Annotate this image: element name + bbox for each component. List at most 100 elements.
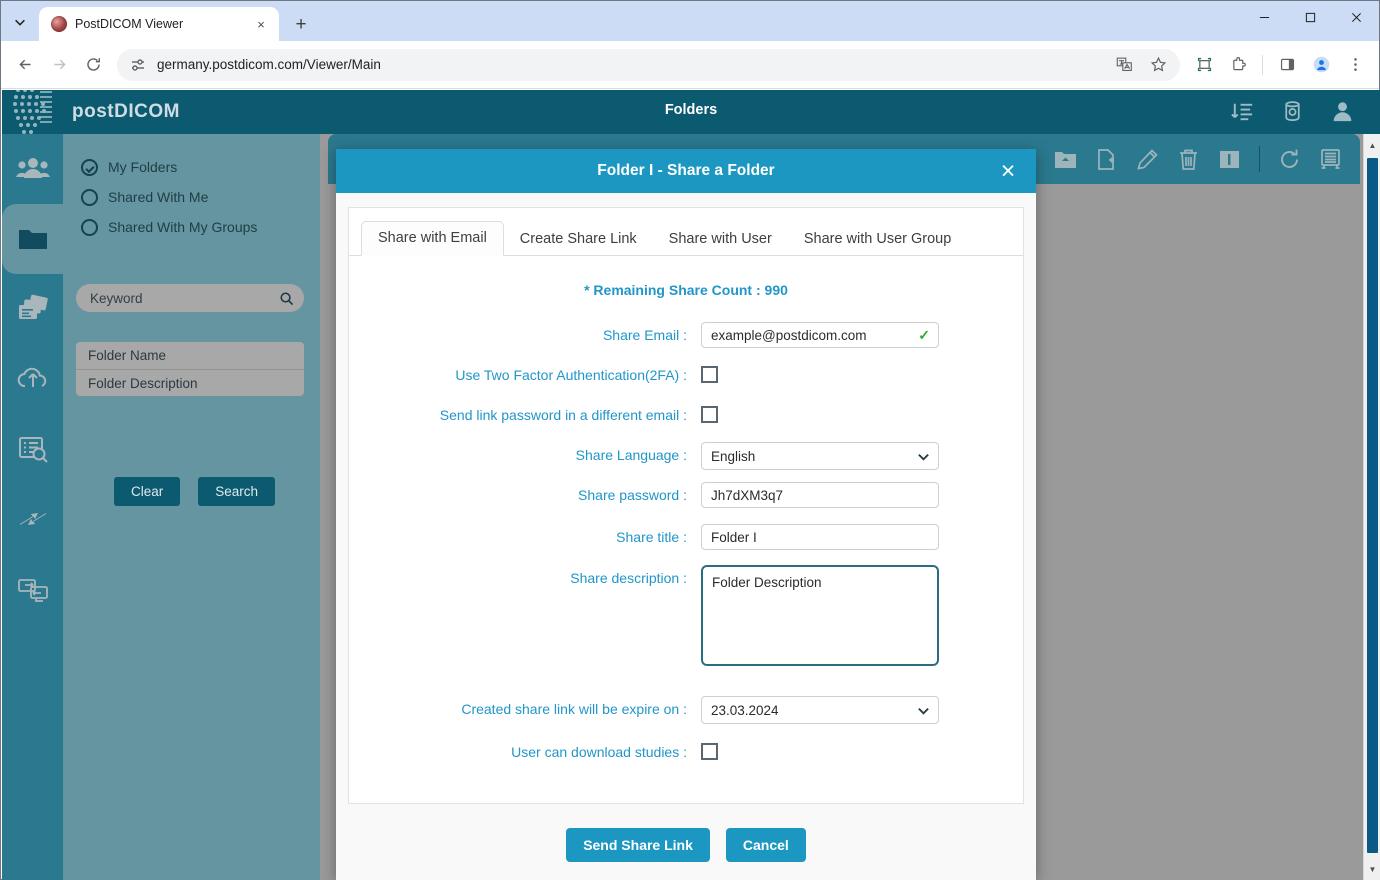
back-icon[interactable] [9,49,41,81]
sidebar-item-folders[interactable] [2,204,63,274]
share-description-textarea[interactable]: Folder Description [701,565,939,666]
tab-share-with-user-group[interactable]: Share with User Group [788,223,967,256]
field-label: Share password : [349,482,701,508]
sidebar-item-users[interactable] [2,134,63,204]
field-label: Use Two Factor Authentication(2FA) : [349,362,701,388]
studies-icon [16,292,50,326]
scope-option-shared-with-me[interactable]: Shared With Me [63,182,320,212]
browser-tab[interactable]: PostDICOM Viewer × [39,7,279,41]
send-link-password-checkbox[interactable] [701,406,718,423]
dialog-header: Folder I - Share a Folder × [336,149,1036,193]
scrollbar[interactable]: ▲ ▼ [1363,134,1380,880]
field-label: User can download studies : [349,739,701,765]
folder-split-icon[interactable] [1218,148,1241,171]
side-panel-icon[interactable] [1271,49,1303,81]
scope-label: Shared With Me [108,189,208,205]
dialog-tabs: Share with Email Create Share Link Share… [349,208,1023,256]
field-two-factor: Use Two Factor Authentication(2FA) : [349,362,1023,388]
folders-icon [16,222,50,256]
share-language-select[interactable]: English [701,442,939,470]
chevron-down-icon [917,450,930,463]
search-report-icon [16,432,50,466]
app-header: postDICOM Folders [2,90,1380,134]
extensions-icon[interactable] [1222,49,1254,81]
search-placeholder: Keyword [90,291,279,306]
screen-capture-icon[interactable] [1188,49,1220,81]
trash-bin-icon[interactable] [1278,97,1306,125]
sidebar-item-search-report[interactable] [2,414,63,484]
list-item[interactable]: Folder Name [76,342,304,369]
close-icon[interactable]: × [251,14,271,34]
field-label: Share Email : [349,322,701,348]
tab-share-with-user[interactable]: Share with User [653,223,788,256]
users-icon [16,152,50,186]
sidebar-item-upload[interactable] [2,344,63,414]
close-icon[interactable]: × [994,157,1022,185]
search-icon[interactable] [279,291,294,306]
select-value: English [711,449,917,464]
share-screen-icon [16,572,50,606]
postdicom-app: postDICOM Folders [2,90,1380,880]
radio-icon [81,219,98,236]
sidebar-item-share-screen[interactable] [2,554,63,624]
sort-list-icon[interactable] [1228,97,1256,125]
share-password-input[interactable]: Jh7dXM3q7 [701,482,939,508]
user-account-icon[interactable] [1328,97,1356,125]
icon-rail [2,134,63,880]
search-fields-list: Folder Name Folder Description [76,342,304,396]
sync-icon [16,502,50,536]
expire-date-select[interactable]: 23.03.2024 [701,696,939,724]
send-share-link-button[interactable]: Send Share Link [566,828,710,862]
share-title-input[interactable]: Folder I [701,524,939,550]
forward-icon[interactable] [43,49,75,81]
bookmark-star-icon[interactable] [1142,49,1174,81]
sidebar-item-studies[interactable] [2,274,63,344]
share-email-form: * Remaining Share Count : 990 Share Emai… [349,256,1023,765]
two-factor-checkbox[interactable] [701,366,718,383]
toolbar-divider [1262,55,1263,75]
tab-share-with-email[interactable]: Share with Email [361,221,504,256]
chrome-menu-icon[interactable] [1339,49,1371,81]
address-bar[interactable]: germany.postdicom.com/Viewer/Main [117,49,1180,81]
search-button[interactable]: Search [198,477,275,506]
tab-create-share-link[interactable]: Create Share Link [504,223,653,256]
delete-trash-icon[interactable] [1177,148,1200,171]
clear-button[interactable]: Clear [114,477,180,506]
refresh-icon[interactable] [1278,148,1301,171]
app-header-icons [1228,97,1356,125]
dialog-title: Folder I - Share a Folder [597,162,774,180]
new-tab-button[interactable]: + [287,10,315,38]
list-item[interactable]: Folder Description [76,369,304,396]
close-window-icon[interactable] [1333,1,1379,33]
cancel-button[interactable]: Cancel [726,828,806,862]
edit-pencil-icon[interactable] [1136,148,1159,171]
minimize-icon[interactable] [1241,1,1287,33]
site-settings-icon[interactable] [129,56,147,74]
share-email-input[interactable]: example@postdicom.com ✓ [701,322,939,348]
field-label: Share Language : [349,442,701,468]
scroll-up-arrow[interactable]: ▲ [1364,136,1380,154]
sidebar-item-sync[interactable] [2,484,63,554]
radio-icon [81,159,98,176]
tab-search-icon[interactable] [1,3,39,41]
translate-icon[interactable] [1108,49,1140,81]
scroll-down-arrow[interactable]: ▼ [1364,860,1380,878]
scrollbar-thumb[interactable] [1367,158,1378,853]
can-download-checkbox[interactable] [701,743,718,760]
profile-icon[interactable] [1305,49,1337,81]
tab-strip: PostDICOM Viewer × + [1,1,1379,41]
field-share-email: Share Email : example@postdicom.com ✓ [349,322,1023,348]
reload-icon[interactable] [77,49,109,81]
select-value: 23.03.2024 [711,703,917,718]
search-input[interactable]: Keyword [76,284,304,312]
maximize-icon[interactable] [1287,1,1333,33]
scope-option-shared-with-my-groups[interactable]: Shared With My Groups [63,212,320,242]
field-label: Share title : [349,524,701,550]
scope-label: My Folders [108,159,177,175]
archive-icon[interactable] [1319,148,1342,171]
scope-option-my-folders[interactable]: My Folders [63,152,320,182]
new-folder-icon[interactable] [1095,148,1118,171]
page-title: Folders [2,102,1380,118]
dialog-footer: Send Share Link Cancel [336,810,1036,880]
upload-folder-icon[interactable] [1054,148,1077,171]
